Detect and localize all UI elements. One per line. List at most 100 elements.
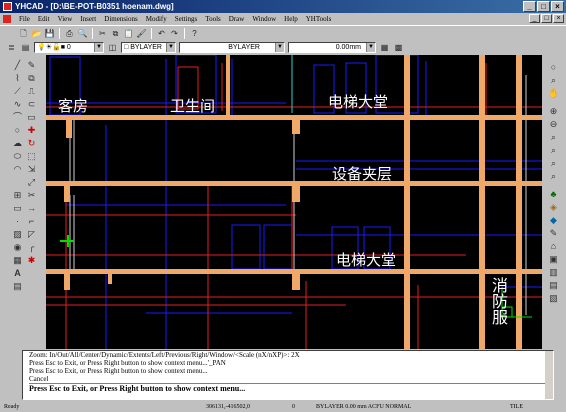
undo-icon[interactable]: ↶ bbox=[156, 28, 167, 39]
trim-icon[interactable]: ✂ bbox=[26, 190, 37, 201]
new-icon[interactable]: 🗋 bbox=[18, 28, 29, 39]
menu-help[interactable]: Help bbox=[280, 15, 302, 23]
explode-icon[interactable]: ✱ bbox=[26, 255, 37, 266]
menu-modify[interactable]: Modify bbox=[142, 15, 171, 23]
tool-b-icon[interactable]: ◈ bbox=[548, 202, 559, 213]
polyline-icon[interactable]: ⌇ bbox=[12, 73, 23, 84]
chevron-down-icon[interactable]: ▼ bbox=[275, 43, 284, 52]
arc-icon[interactable]: ⌒ bbox=[12, 112, 23, 123]
ellipse-arc-icon[interactable]: ◠ bbox=[12, 164, 23, 175]
menu-insert[interactable]: Insert bbox=[76, 15, 100, 23]
scale-icon[interactable]: ⬚ bbox=[26, 151, 37, 162]
menu-yhtools[interactable]: YHTools bbox=[302, 15, 336, 23]
command-prompt[interactable]: Press Esc to Exit, or Press Right button… bbox=[29, 383, 553, 394]
menu-file[interactable]: File bbox=[15, 15, 34, 23]
save-icon[interactable]: 💾 bbox=[44, 28, 55, 39]
fillet-icon[interactable]: ╭ bbox=[26, 242, 37, 253]
drawing-canvas[interactable]: 客房 卫生间 电梯大堂 设备夹层 电梯大堂 消防服 bbox=[46, 55, 542, 349]
erase-icon[interactable]: ✎ bbox=[26, 60, 37, 71]
copy-object-icon[interactable]: ⧉ bbox=[26, 73, 37, 84]
revcloud-icon[interactable]: ☁ bbox=[12, 138, 23, 149]
menu-edit[interactable]: Edit bbox=[34, 15, 54, 23]
properties-icon[interactable]: ▦ bbox=[379, 42, 390, 53]
layer-previous-icon[interactable]: ◫ bbox=[107, 42, 118, 53]
help-icon[interactable]: ? bbox=[189, 28, 200, 39]
plot-style-icon[interactable]: ▩ bbox=[393, 42, 404, 53]
zoom-scale-icon[interactable]: ⌕ bbox=[548, 171, 559, 182]
preview-icon[interactable]: 🔍 bbox=[77, 28, 88, 39]
mirror-icon[interactable]: ⎍ bbox=[26, 86, 37, 97]
point-icon[interactable]: · bbox=[12, 216, 23, 227]
zoom-all-icon[interactable]: ⌕ bbox=[548, 132, 559, 143]
text-icon[interactable]: A bbox=[12, 268, 23, 279]
print-icon[interactable]: ⎙ bbox=[64, 28, 75, 39]
hatch-icon[interactable]: ▨ bbox=[12, 229, 23, 240]
ellipse-icon[interactable]: ⬭ bbox=[12, 151, 23, 162]
maximize-button[interactable]: □ bbox=[537, 1, 550, 12]
document-icon[interactable] bbox=[3, 15, 11, 23]
make-current-icon[interactable]: ▤ bbox=[20, 42, 31, 53]
construction-line-icon[interactable]: ⟋ bbox=[12, 86, 23, 97]
tool-a-icon[interactable]: ♣ bbox=[548, 189, 559, 200]
lengthen-icon[interactable]: ⤢ bbox=[26, 177, 37, 188]
move-icon[interactable]: ✚ bbox=[26, 125, 37, 136]
zoom-window-icon[interactable]: ⌕ bbox=[548, 75, 559, 86]
minimize-button[interactable]: _ bbox=[523, 1, 536, 12]
tool-h-icon[interactable]: ▤ bbox=[548, 280, 559, 291]
table-icon[interactable]: ▦ bbox=[12, 255, 23, 266]
stretch-icon[interactable]: ⇲ bbox=[26, 164, 37, 175]
close-button[interactable]: × bbox=[551, 1, 564, 12]
zoom-realtime-icon[interactable]: ○ bbox=[548, 62, 559, 73]
spline-icon[interactable]: ∿ bbox=[12, 99, 23, 110]
zoom-out-icon[interactable]: ⊖ bbox=[548, 119, 559, 130]
redo-icon[interactable]: ↷ bbox=[169, 28, 180, 39]
extend-icon[interactable]: → bbox=[26, 203, 37, 214]
insert-block-icon[interactable]: ⊞ bbox=[12, 190, 23, 201]
mtext-icon[interactable]: ▤ bbox=[12, 281, 23, 292]
rotate-icon[interactable]: ↻ bbox=[26, 138, 37, 149]
doc-close-button[interactable]: × bbox=[553, 14, 564, 23]
tool-e-icon[interactable]: ⌂ bbox=[548, 241, 559, 252]
array-icon[interactable]: ▭ bbox=[26, 112, 37, 123]
chamfer-icon[interactable]: ◸ bbox=[26, 229, 37, 240]
menu-draw[interactable]: Draw bbox=[225, 15, 249, 23]
make-block-icon[interactable]: ▭ bbox=[12, 203, 23, 214]
color-combo[interactable]: □ BYLAYER ▼ bbox=[121, 42, 176, 53]
region-icon[interactable]: ◉ bbox=[12, 242, 23, 253]
circle-icon[interactable]: ○ bbox=[12, 125, 23, 136]
copy-icon[interactable]: ⧉ bbox=[110, 28, 121, 39]
tool-c-icon[interactable]: ◆ bbox=[548, 215, 559, 226]
layer-manager-icon[interactable]: ≣ bbox=[6, 42, 17, 53]
zoom-previous-icon[interactable]: ⌕ bbox=[548, 158, 559, 169]
zoom-extents-icon[interactable]: ⌕ bbox=[548, 145, 559, 156]
match-icon[interactable]: 🖌 bbox=[136, 28, 147, 39]
menu-dimensions[interactable]: Dimensions bbox=[100, 15, 141, 23]
tool-g-icon[interactable]: ▥ bbox=[548, 267, 559, 278]
tool-f-icon[interactable]: ▣ bbox=[548, 254, 559, 265]
paste-icon[interactable]: 📋 bbox=[123, 28, 134, 39]
chevron-down-icon[interactable]: ▼ bbox=[166, 43, 175, 52]
status-tile[interactable]: TILE bbox=[510, 402, 523, 412]
menu-window[interactable]: Window bbox=[248, 15, 280, 23]
tool-i-icon[interactable]: ▧ bbox=[548, 293, 559, 304]
lineweight-combo[interactable]: 0.00mm ▼ bbox=[288, 42, 376, 53]
command-scrollbar[interactable] bbox=[545, 351, 553, 399]
chevron-down-icon[interactable]: ▼ bbox=[366, 43, 375, 52]
command-window[interactable]: Zoom: In/Out/All/Center/Dynamic/Extents/… bbox=[22, 350, 554, 400]
doc-restore-button[interactable]: □ bbox=[541, 14, 552, 23]
doc-minimize-button[interactable]: _ bbox=[529, 14, 540, 23]
open-icon[interactable]: 📂 bbox=[31, 28, 42, 39]
line-icon[interactable]: ╱ bbox=[12, 60, 23, 71]
layer-combo[interactable]: 💡☀🔓■ 0 ▼ bbox=[34, 42, 104, 53]
offset-icon[interactable]: ⊂ bbox=[26, 99, 37, 110]
chevron-down-icon[interactable]: ▼ bbox=[94, 43, 103, 52]
menu-settings[interactable]: Settings bbox=[171, 15, 202, 23]
linetype-combo[interactable]: BYLAYER ▼ bbox=[179, 42, 285, 53]
break-icon[interactable]: ⌐ bbox=[26, 216, 37, 227]
cut-icon[interactable]: ✂ bbox=[97, 28, 108, 39]
zoom-in-icon[interactable]: ⊕ bbox=[548, 106, 559, 117]
menu-tools[interactable]: Tools bbox=[201, 15, 224, 23]
pan-icon[interactable]: ✋ bbox=[548, 88, 559, 99]
menu-view[interactable]: View bbox=[54, 15, 77, 23]
tool-d-icon[interactable]: ✎ bbox=[548, 228, 559, 239]
